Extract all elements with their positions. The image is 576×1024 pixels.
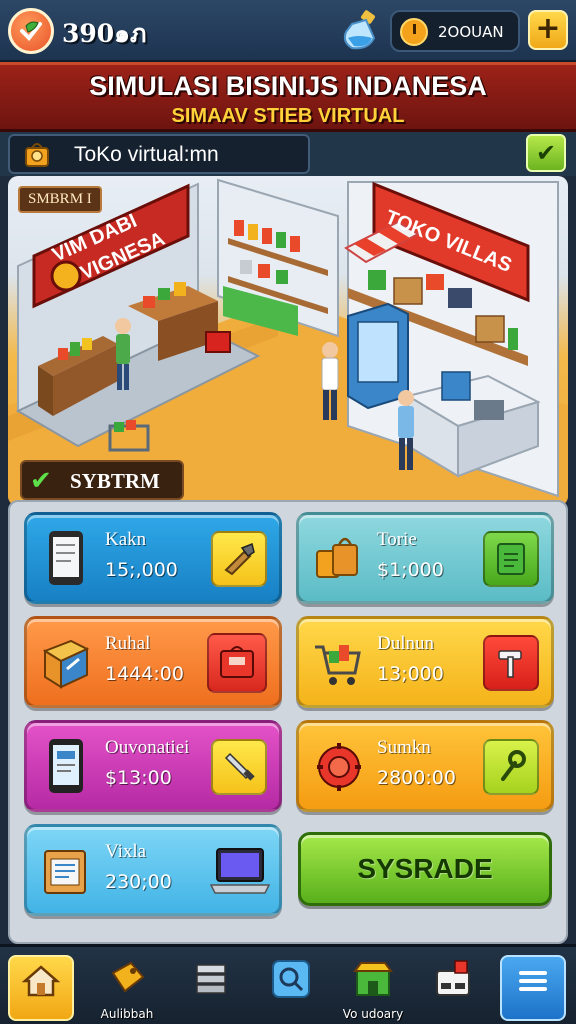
tablet-icon	[49, 739, 83, 793]
section-label: ✔ SYBTRM	[20, 460, 184, 500]
game-title: SIMULASI BISINIJS INDANESA	[89, 71, 487, 101]
scene-tag: SMBRM I	[18, 186, 102, 213]
tool-icon	[224, 542, 255, 576]
cart-icon	[315, 645, 361, 685]
product-price: 13;000	[377, 663, 444, 685]
stack-icon	[196, 964, 226, 994]
buy-button[interactable]	[211, 531, 267, 587]
nav-search[interactable]	[258, 955, 324, 1021]
nav-home[interactable]	[8, 955, 74, 1021]
product-price: 230;00	[105, 871, 172, 893]
phone-icon	[49, 531, 83, 585]
product-price: 15;,000	[105, 559, 178, 581]
product-card-sumkn[interactable]: Sumkn 2800:00	[296, 720, 554, 812]
bottom-nav: Aulibbah Vo udoary	[0, 944, 576, 1024]
product-card-dulnun[interactable]: Dulnun 13;000	[296, 616, 554, 708]
product-card-vixla[interactable]: Vixla 230;00	[24, 824, 282, 916]
add-currency-button[interactable]: +	[528, 10, 568, 50]
nav-menu[interactable]	[500, 955, 566, 1021]
box-icon	[42, 639, 90, 689]
product-name: Torie	[377, 529, 417, 550]
nav-label: Aulibbah	[100, 1007, 154, 1021]
package-icon	[44, 850, 86, 894]
timer-display: 2OOUAN	[390, 10, 520, 52]
nav-store[interactable]: Vo udoary	[340, 955, 406, 1021]
profile-button[interactable]	[8, 8, 54, 54]
buy-button[interactable]	[483, 635, 539, 691]
section-label-text: SYBTRM	[70, 469, 160, 493]
product-price: 1444:00	[105, 663, 184, 685]
timer-text: 2OOUAN	[438, 23, 504, 41]
leaf-check-icon	[20, 21, 42, 42]
tag-icon	[111, 961, 145, 993]
confirm-button[interactable]: ✔	[526, 134, 566, 172]
product-price: $13:00	[105, 767, 172, 789]
register-icon	[436, 960, 470, 996]
product-card-ruhal[interactable]: Ruhal 1444:00	[24, 616, 282, 708]
nav-inventory[interactable]	[178, 955, 244, 1021]
store-icon	[353, 962, 393, 996]
coin-balance: 390๑ภ	[62, 19, 147, 48]
product-card-torie[interactable]: Torie $1;000	[296, 512, 554, 604]
shop-bag-icon	[25, 143, 49, 167]
store-name-field[interactable]: ToKo virtual:mn	[8, 134, 310, 174]
product-card-ouvonatiei[interactable]: Ouvonatiei $13:00	[24, 720, 282, 812]
home-icon	[21, 965, 61, 997]
title-banner: SIMULASI BISINIJS INDANESA SIMAAV STIEB …	[0, 62, 576, 132]
product-name: Vixla	[105, 841, 147, 862]
buy-button[interactable]	[207, 843, 273, 899]
buy-button[interactable]	[207, 633, 267, 693]
buy-button[interactable]	[211, 739, 267, 795]
wrench-icon	[501, 750, 526, 781]
nav-register[interactable]	[420, 955, 486, 1021]
nav-shop-tag[interactable]: Aulibbah	[94, 955, 160, 1021]
search-icon	[272, 960, 310, 998]
buy-button[interactable]	[483, 739, 539, 795]
storage-icon	[220, 646, 254, 678]
bag-icon	[316, 537, 358, 578]
clock-icon	[400, 18, 428, 46]
product-name: Sumkn	[377, 737, 431, 758]
check-icon: ✔	[30, 466, 52, 496]
isometric-store-illustration	[8, 178, 568, 506]
product-price: $1;000	[377, 559, 444, 581]
product-price: 2800:00	[377, 767, 456, 789]
laptop-icon	[209, 848, 271, 894]
hammer-icon	[498, 650, 522, 678]
buy-button[interactable]	[483, 531, 539, 587]
nav-label: Vo udoary	[342, 1007, 404, 1021]
check-icon: ✔	[535, 139, 557, 167]
top-bar: 390๑ภ 2OOUAN +	[0, 0, 576, 62]
notebook-icon	[497, 543, 525, 575]
knife-icon	[224, 752, 255, 781]
game-subtitle: SIMAAV STIEB VIRTUAL	[171, 105, 405, 127]
store-scene[interactable]: SMBRM I VIM DABI VIGNESA TOKO VILLAS	[8, 176, 568, 506]
product-name: Dulnun	[377, 633, 434, 654]
product-name: Ouvonatiei	[105, 737, 190, 758]
gear-icon	[317, 743, 361, 791]
potion-icon[interactable]	[338, 8, 384, 54]
product-name: Kakn	[105, 529, 147, 550]
store-bar: ToKo virtual:mn ✔	[0, 132, 576, 176]
upgrade-button[interactable]: SYSRADE	[298, 832, 552, 906]
product-card-kakn[interactable]: Kakn 15;,000	[24, 512, 282, 604]
store-name: ToKo virtual:mn	[74, 143, 219, 166]
product-name: Ruhal	[105, 633, 151, 654]
menu-icon	[519, 971, 547, 991]
